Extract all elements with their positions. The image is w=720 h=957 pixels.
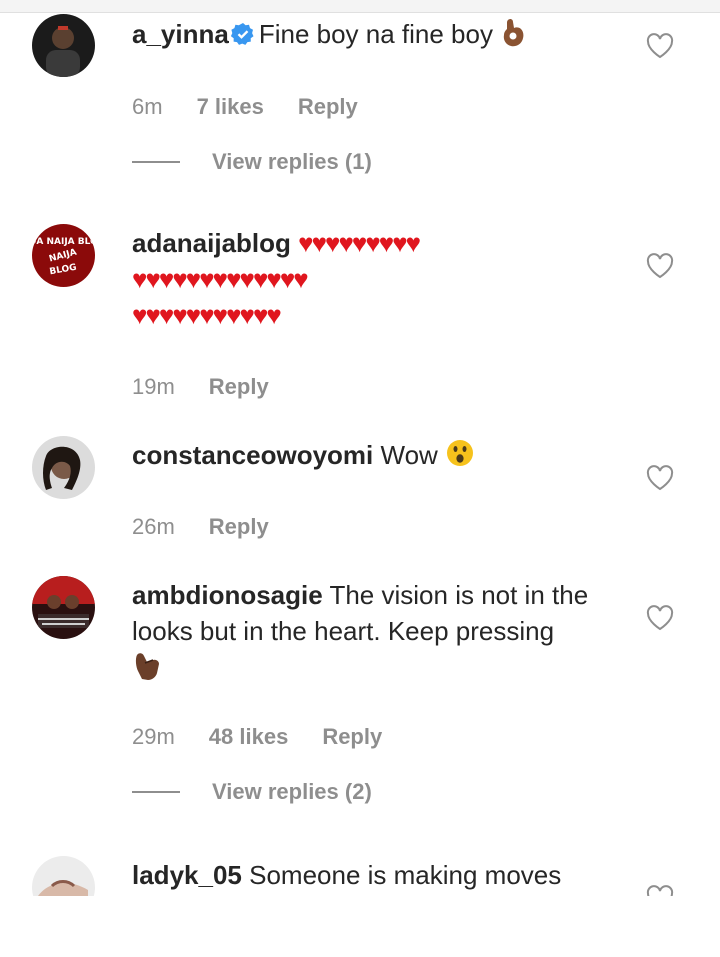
comment-text: ladyk_05 Someone is making moves	[132, 857, 622, 893]
avatar[interactable]	[32, 14, 95, 77]
reply-button[interactable]: Reply	[298, 94, 358, 120]
comment-body-line: The vision is not in the	[329, 580, 589, 610]
comment-time: 6m	[132, 94, 163, 119]
avatar[interactable]	[32, 576, 95, 639]
likes-count-button[interactable]: 7 likes	[197, 94, 264, 120]
comment-text: a_yinna Fine boy na fine boy	[132, 16, 622, 56]
username-link[interactable]: constanceowoyomi	[132, 440, 373, 470]
username-link[interactable]: ambdionosagie	[132, 580, 323, 610]
comment-text: ambdionosagie The vision is not in the l…	[132, 577, 622, 690]
like-heart-button[interactable]	[646, 33, 674, 59]
comment-body: Someone is making moves	[249, 860, 562, 890]
replies-divider	[132, 161, 180, 163]
comment-meta: 29m 48 likes Reply	[132, 724, 416, 750]
comment-body: Wow	[380, 440, 438, 470]
avatar[interactable]: ADA NAIJA BLOG NAIJA BLOG	[32, 224, 95, 287]
comment-time: 19m	[132, 374, 175, 399]
username-link[interactable]: a_yinna	[132, 19, 229, 49]
like-heart-button[interactable]	[646, 465, 674, 491]
like-heart-button[interactable]	[646, 605, 674, 631]
comment-body: Fine boy na fine boy	[258, 19, 493, 49]
view-replies-label: View replies (1)	[212, 149, 372, 174]
comment-meta: 19m Reply	[132, 374, 303, 400]
reply-button[interactable]: Reply	[322, 724, 382, 750]
ok-hand-icon	[500, 17, 526, 56]
view-replies-button[interactable]: View replies (1)	[132, 149, 372, 175]
reply-button[interactable]: Reply	[209, 514, 269, 540]
heart-outline-icon	[646, 465, 674, 491]
replies-divider	[132, 791, 180, 793]
heart-outline-icon	[646, 33, 674, 59]
like-heart-button[interactable]	[646, 253, 674, 279]
avatar[interactable]	[32, 436, 95, 499]
comment-meta: 26m Reply	[132, 514, 303, 540]
heart-outline-icon	[646, 253, 674, 279]
bottom-blank-area	[0, 896, 720, 957]
verified-badge-icon	[230, 19, 255, 45]
reply-button[interactable]: Reply	[209, 374, 269, 400]
red-heart-icon: ♥♥♥♥♥♥♥♥♥♥♥♥♥	[132, 264, 309, 294]
comment-text: adanaijablog ♥♥♥♥♥♥♥♥♥ ♥♥♥♥♥♥♥♥♥♥♥♥♥ ♥♥♥…	[132, 225, 622, 333]
call-me-hand-icon	[132, 649, 162, 690]
astonished-face-icon	[445, 438, 475, 477]
red-heart-icon: ♥♥♥♥♥♥♥♥♥♥♥	[132, 300, 282, 330]
username-link[interactable]: adanaijablog	[132, 228, 291, 258]
svg-text:ADA NAIJA BLOG: ADA NAIJA BLOG	[32, 237, 95, 247]
comment-meta: 6m 7 likes Reply	[132, 94, 392, 120]
view-replies-button[interactable]: View replies (2)	[132, 779, 372, 805]
comment-time: 29m	[132, 724, 175, 749]
red-heart-icon: ♥♥♥♥♥♥♥♥♥	[298, 228, 421, 258]
username-link[interactable]: ladyk_05	[132, 860, 242, 890]
heart-outline-icon	[646, 605, 674, 631]
comment-text: constanceowoyomi Wow	[132, 437, 622, 477]
comments-list[interactable]: a_yinna Fine boy na fine boy 6m 7 likes R…	[0, 12, 720, 896]
likes-count-button[interactable]: 48 likes	[209, 724, 289, 750]
comment-time: 26m	[132, 514, 175, 539]
avatar[interactable]	[32, 856, 95, 896]
view-replies-label: View replies (2)	[212, 779, 372, 804]
heart-outline-icon	[646, 885, 674, 896]
comment-body-line: looks but in the heart. Keep pressing	[132, 616, 555, 646]
like-heart-button[interactable]	[646, 885, 674, 896]
